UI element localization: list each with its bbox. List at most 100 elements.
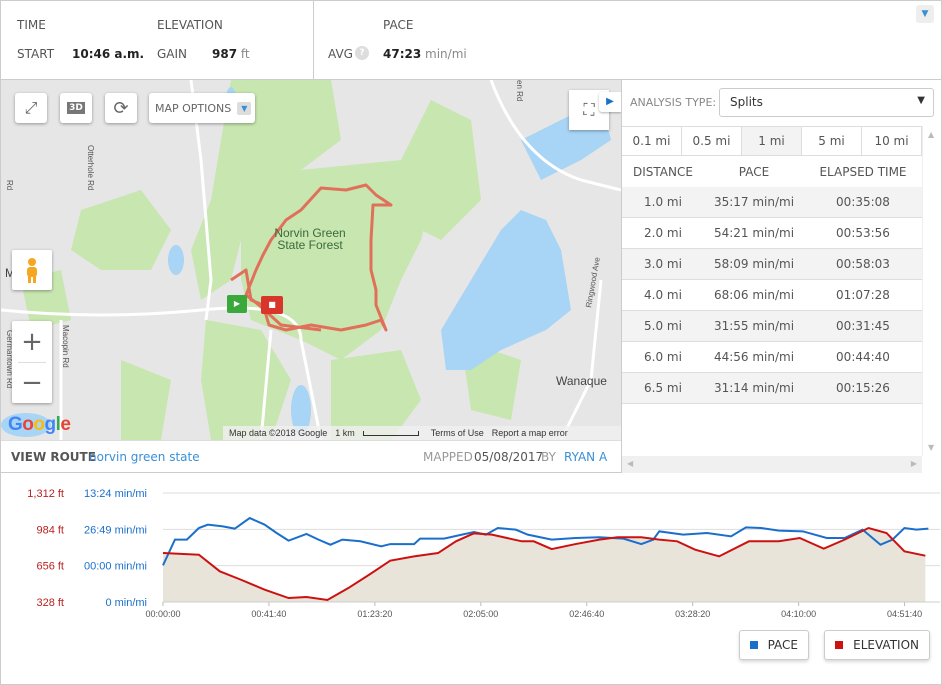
expand-arrows-icon: ⤢ <box>24 98 38 117</box>
tab-10-mi[interactable]: 10 mi <box>862 127 922 155</box>
split-elapsed: 00:31:45 <box>836 319 890 333</box>
help-icon[interactable]: ? <box>355 46 369 60</box>
chevron-down-icon: ▼ <box>237 101 252 115</box>
split-pace: 31:14 min/mi <box>713 381 795 395</box>
analysis-type-value: Splits <box>730 95 763 109</box>
table-row: 4.0 mi 68:06 min/mi 01:07:28 <box>622 280 922 311</box>
split-elapsed: 00:58:03 <box>836 257 890 271</box>
tab-0-5-mi[interactable]: 0.5 mi <box>682 127 742 155</box>
elevation-swatch <box>835 641 844 649</box>
table-row: 6.5 mi 31:14 min/mi 00:15:26 <box>622 373 922 404</box>
scroll-down-icon[interactable]: ▼ <box>928 443 934 452</box>
scroll-left-icon[interactable]: ◀ <box>627 459 633 468</box>
tab-1-mi[interactable]: 1 mi <box>742 127 802 155</box>
x-tick-label: 04:10:00 <box>781 609 816 619</box>
split-pace: 31:55 min/mi <box>713 319 795 333</box>
gain-value: 987 <box>212 47 238 61</box>
x-tick-label: 04:51:40 <box>887 609 922 619</box>
legend-pace-toggle[interactable]: PACE <box>739 630 809 660</box>
map-options-label: MAP OPTIONS <box>155 101 232 115</box>
pace-tick-label: 26:49 min/mi <box>84 524 147 536</box>
start-time: 10:46 a.m. <box>72 47 145 61</box>
start-marker-icon[interactable]: ▶ <box>227 295 247 313</box>
street-view-pegman[interactable] <box>12 250 52 290</box>
svg-text:en Rd: en Rd <box>515 80 524 101</box>
stats-header: TIME START 10:46 a.m. ELEVATION GAIN 987… <box>1 1 941 80</box>
analysis-type-select[interactable]: Splits ▼ <box>719 88 934 117</box>
col-elapsed: ELAPSED TIME <box>819 164 907 179</box>
time-heading: TIME <box>17 18 46 32</box>
scroll-right-icon[interactable]: ▶ <box>911 459 917 468</box>
vertical-scrollbar[interactable]: ▲ ▼ <box>922 126 941 456</box>
col-distance: DISTANCE <box>633 164 693 179</box>
split-pace: 35:17 min/mi <box>713 195 795 209</box>
svg-text:Rd: Rd <box>5 180 14 190</box>
avg-pace-unit: min/mi <box>425 47 467 61</box>
report-error-link[interactable]: Report a map error <box>492 428 568 438</box>
replay-button[interactable]: ⟳ <box>105 93 137 123</box>
start-label: START <box>17 47 55 61</box>
scroll-up-icon[interactable]: ▲ <box>928 130 934 139</box>
split-distance: 2.0 mi <box>644 226 682 240</box>
zoom-in-button[interactable]: + <box>21 322 43 362</box>
replay-icon: ⟳ <box>113 97 129 119</box>
avg-pace: 47:23 <box>383 47 422 61</box>
3d-camera-icon: 3D <box>67 102 85 114</box>
zoom-control: + − <box>12 321 52 403</box>
fullscreen-expand-button[interactable]: ⤢ <box>15 93 47 123</box>
tab-0-1-mi[interactable]: 0.1 mi <box>622 127 682 155</box>
col-pace: PACE <box>738 164 770 179</box>
elevation-area <box>163 528 926 602</box>
split-distance: 3.0 mi <box>644 257 682 271</box>
split-distance: 6.5 mi <box>644 381 682 395</box>
pace-elevation-chart: 1,312 ft 13:24 min/mi 984 ft 26:49 min/mi 65… <box>27 488 940 619</box>
route-name-link[interactable]: norvin green state <box>89 450 200 464</box>
collapse-panel-arrow-icon[interactable]: ▶ <box>599 92 621 112</box>
table-header: DISTANCE PACE ELAPSED TIME <box>622 156 922 187</box>
elevation-tick-label: 656 ft <box>36 561 64 573</box>
split-elapsed: 00:44:40 <box>836 350 890 364</box>
map-canvas: Norvin Green State Forest Wanaque M n Ot… <box>1 80 621 440</box>
x-tick-label: 03:28:20 <box>675 609 710 619</box>
legend-elevation-label: ELEVATION <box>853 638 919 652</box>
select-arrow-icon: ▼ <box>917 95 925 106</box>
expand-chevron-icon[interactable]: ▼ <box>916 5 934 23</box>
map-options-button[interactable]: MAP OPTIONS ▼ <box>149 93 255 123</box>
3d-button[interactable]: 3D <box>60 93 92 123</box>
gain-unit: ft <box>240 47 250 61</box>
zoom-out-button[interactable]: − <box>21 363 43 403</box>
map-attribution: Map data ©2018 Google <box>229 428 328 438</box>
mapped-label: MAPPED <box>423 450 473 464</box>
avg-label: AVG <box>328 47 353 61</box>
google-logo: Google <box>8 414 71 435</box>
finish-marker-icon[interactable]: ■ <box>261 296 283 314</box>
divider <box>313 1 314 80</box>
split-distance: 1.0 mi <box>644 195 682 209</box>
author-link[interactable]: RYAN A <box>564 450 607 464</box>
gain-label: GAIN <box>157 47 188 61</box>
split-distance-tabs: 0.1 mi 0.5 mi 1 mi 5 mi 10 mi <box>622 126 922 156</box>
split-elapsed: 00:53:56 <box>836 226 890 240</box>
split-pace: 58:09 min/mi <box>713 257 795 271</box>
svg-text:Macopin Rd: Macopin Rd <box>61 325 70 368</box>
horizontal-scrollbar[interactable]: ◀ ▶ <box>622 456 922 473</box>
split-elapsed: 00:15:26 <box>836 381 890 395</box>
terms-link[interactable]: Terms of Use <box>431 428 484 438</box>
split-pace: 68:06 min/mi <box>713 288 795 302</box>
map[interactable]: Norvin Green State Forest Wanaque M n Ot… <box>1 80 621 440</box>
map-scale-bar <box>362 430 419 436</box>
pegman-icon <box>27 258 37 283</box>
analysis-type-label: ANALYSIS TYPE: <box>630 96 717 109</box>
split-elapsed: 01:07:28 <box>836 288 890 302</box>
split-distance: 6.0 mi <box>644 350 682 364</box>
view-route-label: VIEW ROUTE <box>11 450 96 464</box>
table-row: 2.0 mi 54:21 min/mi 00:53:56 <box>622 218 922 249</box>
tab-5-mi[interactable]: 5 mi <box>802 127 862 155</box>
pace-swatch <box>750 641 758 649</box>
x-tick-label: 02:46:40 <box>569 609 604 619</box>
fullscreen-icon: ⛶ <box>583 100 595 119</box>
legend-pace-label: PACE <box>767 638 798 652</box>
legend-elevation-toggle[interactable]: ELEVATION <box>824 630 930 660</box>
pace-heading: PACE <box>383 18 414 32</box>
mapped-date: 05/08/2017 <box>474 450 544 464</box>
